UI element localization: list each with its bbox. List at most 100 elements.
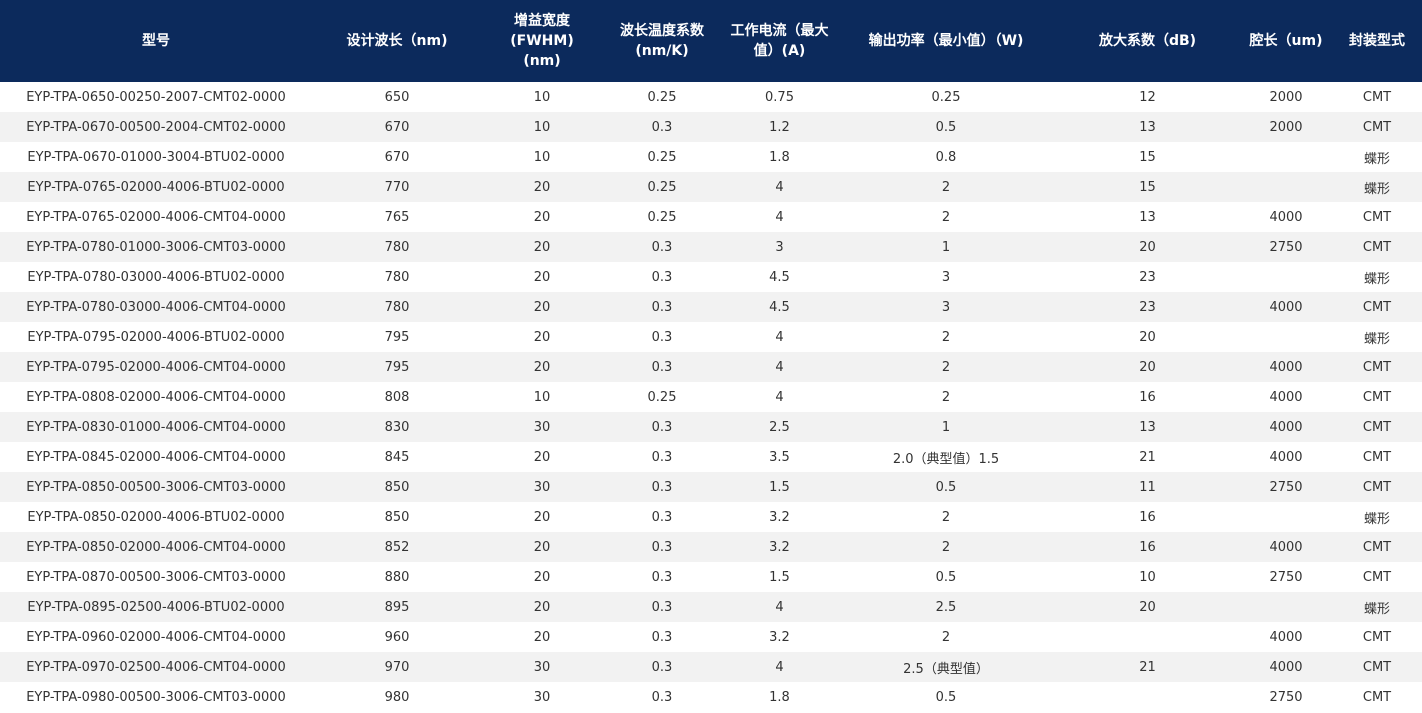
header-cavity-length: 腔长（um): [1249, 33, 1323, 49]
cell-operating-current: 2.5: [769, 419, 790, 435]
cell-gain-factor: 16: [1139, 509, 1156, 525]
cell-package-type: CMT: [1362, 479, 1392, 495]
cell-wavelength-temp-coeff: 0.3: [651, 449, 673, 465]
cell-wavelength-temp-coeff: 0.3: [651, 419, 673, 435]
cell-operating-current: 4: [775, 329, 784, 345]
cell-gain-bandwidth: 20: [533, 629, 551, 645]
cell-cavity-length: [1240, 142, 1332, 172]
header-design-wavelength: 设计波长（nm): [346, 33, 448, 49]
cell-cavity-length: 4000: [1269, 209, 1303, 225]
cell-gain-factor: 11: [1139, 479, 1156, 495]
cell-cavity-length: 2750: [1269, 479, 1303, 495]
cell-wavelength-temp-coeff: 0.25: [647, 149, 677, 165]
cell-operating-current: 3.5: [769, 449, 790, 465]
table-header: 型号 设计波长（nm) 增益宽度 (FWHM) (nm) 波长温度系数 (nm/…: [0, 0, 1422, 82]
cell-gain-factor: 20: [1139, 329, 1156, 345]
cell-wavelength-temp-coeff: 0.25: [647, 179, 677, 195]
cell-package-type: CMT: [1362, 539, 1392, 555]
cell-package-type: 蝶形: [1363, 271, 1390, 287]
cell-output-power: 2: [941, 389, 951, 405]
cell-gain-bandwidth: 20: [533, 509, 551, 525]
cell-output-power: 3: [941, 269, 951, 285]
cell-output-power: 0.8: [935, 149, 957, 165]
header-wavelength-temp-coeff: 波长温度系数 (nm/K): [620, 23, 704, 59]
cell-design-wavelength: 795: [384, 359, 410, 375]
cell-design-wavelength: 880: [384, 569, 410, 585]
cell-gain-bandwidth: 20: [533, 449, 551, 465]
cell-gain-factor: 16: [1139, 389, 1156, 405]
cell-design-wavelength: 895: [384, 599, 410, 615]
cell-cavity-length: 2000: [1269, 89, 1303, 105]
cell-gain-factor: 13: [1139, 419, 1156, 435]
cell-design-wavelength: 980: [384, 689, 410, 705]
cell-cavity-length: [1240, 262, 1332, 292]
cell-gain-bandwidth: 20: [533, 239, 551, 255]
cell-gain-factor: 12: [1139, 89, 1156, 105]
cell-output-power: 2.5: [935, 599, 957, 615]
cell-package-type: CMT: [1362, 569, 1392, 585]
cell-gain-bandwidth: 20: [533, 179, 551, 195]
cell-operating-current: 1.8: [769, 689, 790, 705]
cell-operating-current: 4.5: [769, 299, 790, 315]
cell-gain-factor: 21: [1139, 449, 1156, 465]
cell-operating-current: 1.5: [769, 479, 790, 495]
cell-design-wavelength: 808: [384, 389, 410, 405]
cell-gain-factor: 23: [1139, 299, 1156, 315]
cell-cavity-length: [1240, 502, 1332, 532]
cell-operating-current: 1.5: [769, 569, 790, 585]
cell-cavity-length: 4000: [1269, 389, 1303, 405]
cell-operating-current: 1.2: [769, 119, 790, 135]
table-row: EYP-TPA-0830-01000-4006-CMT04-0000 830 30 0…: [0, 412, 1422, 442]
cell-package-type: CMT: [1362, 359, 1392, 375]
cell-package-type: CMT: [1362, 89, 1392, 105]
cell-gain-factor: 15: [1139, 179, 1156, 195]
cell-model: EYP-TPA-0895-02500-4006-BTU02-0000: [27, 599, 285, 615]
cell-wavelength-temp-coeff: 0.3: [651, 629, 673, 645]
cell-gain-factor: 20: [1139, 359, 1156, 375]
table-row: EYP-TPA-0850-02000-4006-BTU02-0000 850 20 0…: [0, 502, 1422, 532]
cell-gain-factor: 21: [1139, 659, 1156, 675]
cell-wavelength-temp-coeff: 0.25: [647, 209, 677, 225]
cell-design-wavelength: 850: [384, 509, 410, 525]
cell-package-type: 蝶形: [1363, 151, 1390, 167]
cell-design-wavelength: 650: [384, 89, 410, 105]
cell-operating-current: 3.2: [769, 629, 790, 645]
cell-gain-bandwidth: 20: [533, 539, 551, 555]
spec-table: 型号 设计波长（nm) 增益宽度 (FWHM) (nm) 波长温度系数 (nm/…: [0, 0, 1422, 712]
cell-gain-factor: 13: [1139, 119, 1156, 135]
cell-design-wavelength: 780: [384, 239, 410, 255]
cell-cavity-length: 4000: [1269, 449, 1303, 465]
cell-gain-bandwidth: 20: [533, 329, 551, 345]
cell-wavelength-temp-coeff: 0.3: [651, 479, 673, 495]
cell-operating-current: 4: [775, 179, 784, 195]
cell-cavity-length: [1240, 322, 1332, 352]
cell-design-wavelength: 670: [384, 119, 410, 135]
table-row: EYP-TPA-0780-03000-4006-CMT04-0000 780 20 0…: [0, 292, 1422, 322]
cell-operating-current: 4: [775, 359, 784, 375]
cell-gain-bandwidth: 10: [533, 389, 551, 405]
table-row: EYP-TPA-0765-02000-4006-CMT04-0000 765 20 0…: [0, 202, 1422, 232]
cell-cavity-length: 4000: [1269, 299, 1303, 315]
table-row: EYP-TPA-0780-01000-3006-CMT03-0000 780 20 0…: [0, 232, 1422, 262]
cell-output-power: 0.5: [935, 479, 957, 495]
cell-cavity-length: 2000: [1269, 119, 1303, 135]
cell-wavelength-temp-coeff: 0.3: [651, 269, 673, 285]
cell-model: EYP-TPA-0845-02000-4006-CMT04-0000: [26, 449, 286, 465]
cell-model: EYP-TPA-0980-00500-3006-CMT03-0000: [26, 689, 286, 705]
cell-package-type: 蝶形: [1363, 331, 1390, 347]
cell-gain-bandwidth: 30: [533, 479, 551, 495]
cell-cavity-length: 4000: [1269, 359, 1303, 375]
table-row: EYP-TPA-0808-02000-4006-CMT04-0000 808 10 0…: [0, 382, 1422, 412]
cell-output-power: 2: [941, 629, 951, 645]
cell-design-wavelength: 830: [384, 419, 410, 435]
cell-gain-factor: [1055, 622, 1240, 652]
cell-package-type: CMT: [1362, 299, 1392, 315]
table-row: EYP-TPA-0795-02000-4006-BTU02-0000 795 20 0…: [0, 322, 1422, 352]
cell-operating-current: 4: [775, 659, 784, 675]
cell-output-power: 2: [941, 509, 951, 525]
cell-cavity-length: 4000: [1269, 659, 1303, 675]
cell-output-power: 0.25: [931, 89, 961, 105]
cell-output-power: 0.5: [935, 569, 957, 585]
cell-gain-factor: 13: [1139, 209, 1156, 225]
cell-output-power: 2: [941, 359, 951, 375]
